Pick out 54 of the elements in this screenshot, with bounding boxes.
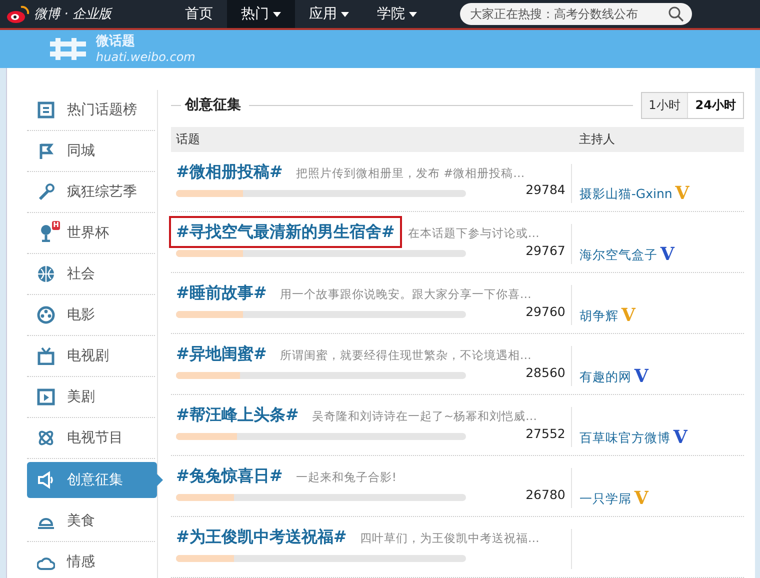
sidebar-item[interactable]: 美食 <box>27 501 155 542</box>
topic-description: 在本话题下参与讨论或… <box>408 226 540 242</box>
verified-label: V <box>621 307 636 326</box>
topic-link[interactable]: #异地闺蜜# <box>169 338 274 370</box>
topic-link[interactable]: #微相册投稿# <box>169 156 290 188</box>
time-range-tab[interactable]: 1小时 <box>642 92 688 118</box>
topic-count: 27552 <box>526 426 566 442</box>
topic-link[interactable]: #帮汪峰上头条# <box>169 399 306 432</box>
topic-count: 29760 <box>526 304 566 320</box>
sidebar-item[interactable]: 热门话题榜 <box>27 90 155 131</box>
host-link[interactable]: 百草味官方微博 <box>579 430 670 448</box>
search-field[interactable]: 大家正在热搜：高考分数线公布 <box>460 3 692 25</box>
topic-count: 28560 <box>526 365 566 380</box>
verified-label: V <box>634 368 648 386</box>
host-link[interactable]: 海尔空气盒子 <box>579 247 658 264</box>
topic-description: 所谓闺蜜，就要经得住现世繁杂，不论境遇相… <box>280 348 532 364</box>
topic-link[interactable]: #兔兔惊喜日# <box>169 460 290 492</box>
topic-link[interactable]: #为王俊凯中考送祝福# <box>169 521 354 554</box>
topic-count: 29767 <box>526 243 566 258</box>
column-header: 话题 <box>176 130 200 148</box>
nav-item[interactable]: 首页 <box>171 0 227 28</box>
host-link[interactable]: 摄影山猫-Gxinn <box>579 186 672 204</box>
sidebar-item[interactable]: 同城 <box>27 131 155 172</box>
section-title: 创意征集 <box>185 96 242 114</box>
topic-count: 29784 <box>526 182 566 198</box>
nav-item[interactable]: 热门 <box>227 0 295 28</box>
verified-label: V <box>660 246 674 264</box>
topic-description: 四叶草们，为王俊凯中考送祝福… <box>360 531 540 546</box>
verified-label: V <box>673 429 688 448</box>
sidebar-item[interactable]: 社会 <box>27 254 155 295</box>
site-logo: 微话题 <box>96 34 135 49</box>
host-link[interactable]: 胡争辉 <box>579 308 618 326</box>
host-link[interactable]: 一只学屌 <box>579 491 632 508</box>
topic-link[interactable]: #睡前故事# <box>169 277 274 310</box>
verified-label: V <box>675 185 690 204</box>
sidebar-item[interactable]: 美剧 <box>27 377 155 418</box>
sidebar-item[interactable]: 电视剧 <box>27 336 155 377</box>
topic-description: 用一个故事跟你说晚安。跟大家分享一下你喜… <box>280 287 532 302</box>
topic-link[interactable]: #寻找空气最清新的男生宿舍# <box>169 216 402 248</box>
brand-name: 微博 · 企业版 <box>34 6 112 23</box>
topic-count: 26780 <box>526 487 566 502</box>
sidebar-item[interactable]: 情感 <box>27 542 155 578</box>
sidebar-item[interactable]: 疯狂综艺季 <box>27 172 155 213</box>
verified-label: V <box>634 490 648 508</box>
topic-description: 把照片传到微相册里，发布 #微相册投稿… <box>296 166 525 181</box>
sidebar-item[interactable]: 电影 <box>27 295 155 336</box>
sidebar-item[interactable]: 电视节目 <box>27 418 155 459</box>
host-link[interactable]: 有趣的网 <box>579 369 632 386</box>
nav-item[interactable]: 学院 <box>363 0 431 28</box>
nav-item[interactable]: 应用 <box>295 0 363 28</box>
topic-description: 吴奇隆和刘诗诗在一起了~杨幂和刘恺威… <box>312 409 537 424</box>
site-url: huati.weibo.com <box>96 50 196 64</box>
topic-description: 一起来和兔子合影! <box>296 470 396 486</box>
column-header: 主持人 <box>579 130 616 148</box>
